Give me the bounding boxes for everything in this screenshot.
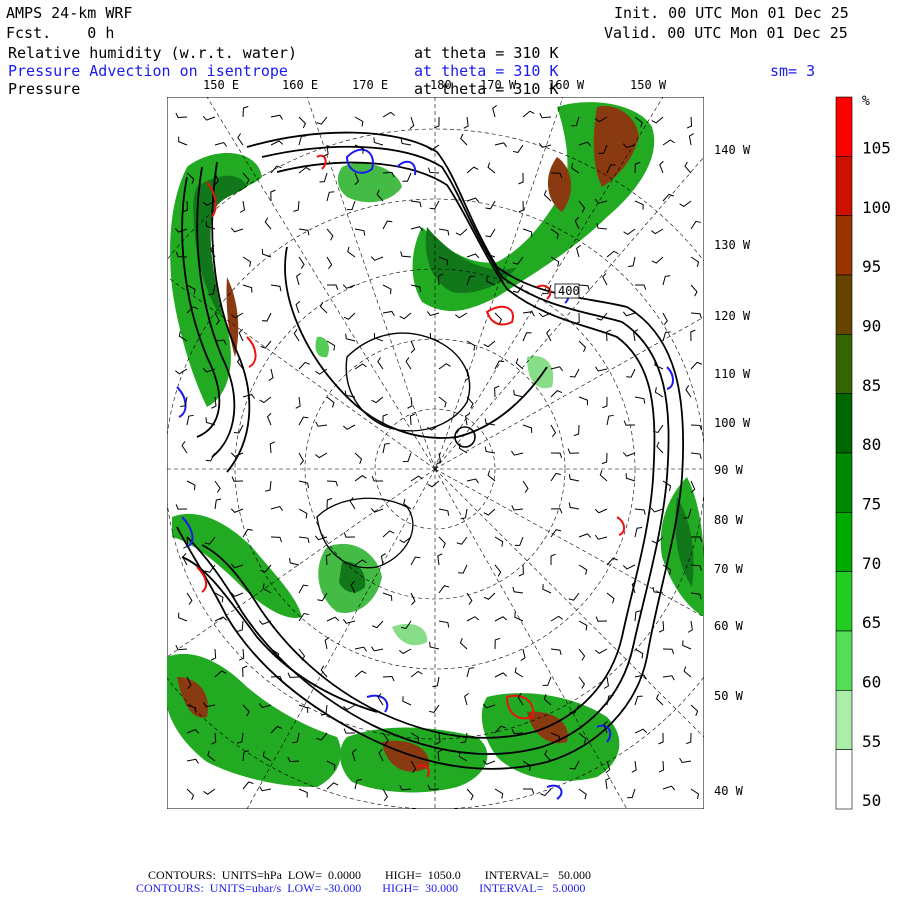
lon-label: 70 W [714,562,743,576]
colorbar-label: 50 [862,791,881,810]
colorbar-swatch [835,690,853,750]
field2-smoothing: sm= 3 [770,62,816,80]
contour-label-400: 400 [558,284,580,298]
colorbar-swatch [835,274,853,335]
colorbar-label: 90 [862,317,881,336]
colorbar-label: 95 [862,257,881,276]
colorbar-swatch [835,512,853,572]
polar-map: 400 [167,97,704,809]
colorbar-label: 100 [862,198,891,217]
valid-time: Valid. 00 UTC Mon 01 Dec 25 [604,24,848,42]
colorbar-swatch [835,571,853,632]
model-title: AMPS 24-km WRF [6,4,133,22]
lon-label: 160 E [282,78,319,92]
field1-level: at theta = 310 K [414,44,559,62]
colorbar-label: 85 [862,376,881,395]
field3-name: Pressure [8,80,81,98]
lon-label: 50 W [714,689,743,703]
colorbar-label: 75 [862,495,881,514]
field1-name: Relative humidity (w.r.t. water) [8,44,297,62]
init-time: Init. 00 UTC Mon 01 Dec 25 [614,4,849,22]
colorbar-swatch [835,334,853,394]
lon-label: 150 E [203,78,240,92]
colorbar-label: 60 [862,673,881,692]
lon-label: 40 W [714,784,743,798]
lon-label: 160 W [548,78,585,92]
lon-label: 100 W [714,416,751,430]
colorbar-label: 65 [862,613,881,632]
colorbar-swatch [835,156,853,216]
lon-label: 180 [430,78,452,92]
lon-label: 140 W [714,143,751,157]
colorbar-label: 55 [862,732,881,751]
lon-label: 170 E [352,78,389,92]
lon-label: 170 W [480,78,517,92]
colorbar-label: 105 [862,139,891,158]
lon-label: 120 W [714,309,751,323]
colorbar-swatch [835,452,853,513]
colorbar-swatch [835,393,853,454]
colorbar-swatch [835,215,853,276]
colorbar-label: 70 [862,554,881,573]
lon-label: 110 W [714,367,751,381]
lon-label: 150 W [630,78,667,92]
colorbar-label: 80 [862,435,881,454]
lon-label: 60 W [714,619,743,633]
colorbar-swatch [835,630,853,691]
footer-advection-contours: CONTOURS: UNITS=ubar/s LOW= -30.000 HIGH… [136,881,586,895]
field2-name: Pressure Advection on isentrope [8,62,288,80]
colorbar-unit: % [862,94,870,109]
lon-label: 80 W [714,513,743,527]
lon-label: 130 W [714,238,751,252]
forecast-hour: Fcst. 0 h [6,24,115,42]
colorbar-swatch [835,749,853,810]
lon-label: 90 W [714,463,743,477]
colorbar-swatch [835,96,853,157]
